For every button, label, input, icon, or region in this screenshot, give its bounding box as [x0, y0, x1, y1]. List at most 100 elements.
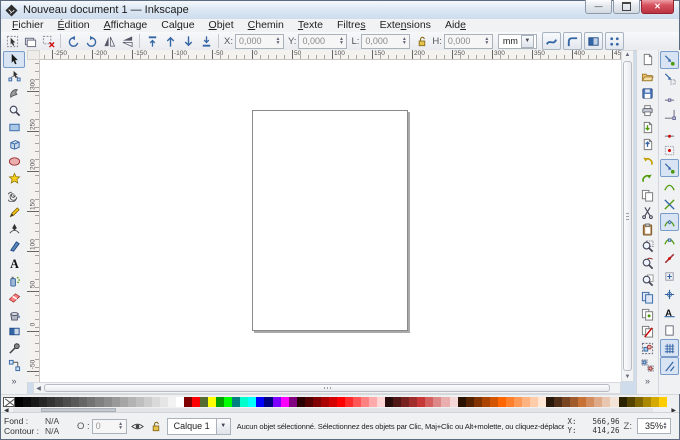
color-swatch[interactable]: [369, 397, 377, 407]
color-swatch[interactable]: [514, 397, 522, 407]
open-button[interactable]: [638, 68, 657, 85]
color-swatch[interactable]: [498, 397, 506, 407]
color-swatch[interactable]: [184, 397, 192, 407]
layer-dropdown-icon[interactable]: ▼: [217, 418, 231, 435]
snap-object-centers-toggle[interactable]: [660, 267, 679, 285]
raise-to-top-button[interactable]: [143, 33, 161, 49]
tool-node-editor[interactable]: [3, 68, 25, 85]
affect-gradients-toggle[interactable]: [584, 32, 603, 50]
raise-button[interactable]: [161, 33, 179, 49]
paste-button[interactable]: [638, 221, 657, 238]
color-swatch[interactable]: [474, 397, 482, 407]
rotate-cw-button[interactable]: [82, 33, 100, 49]
color-swatch[interactable]: [377, 397, 385, 407]
title-bar[interactable]: Nouveau document 1 — Inkscape: [1, 1, 679, 20]
vertical-scrollbar-thumb[interactable]: [623, 61, 632, 371]
color-swatch[interactable]: [112, 397, 120, 407]
clone-button[interactable]: [638, 306, 657, 323]
color-swatch[interactable]: [136, 397, 144, 407]
color-swatch[interactable]: [55, 397, 63, 407]
color-swatch[interactable]: [643, 397, 651, 407]
color-swatch[interactable]: [441, 397, 449, 407]
color-swatch[interactable]: [337, 397, 345, 407]
canvas[interactable]: [40, 60, 621, 382]
color-swatch[interactable]: [321, 397, 329, 407]
color-swatch[interactable]: [345, 397, 353, 407]
scroll-left-icon[interactable]: ◀: [34, 385, 43, 392]
color-swatch[interactable]: [602, 397, 610, 407]
menu-fichier[interactable]: Fichier: [5, 19, 51, 32]
zoom-page-button[interactable]: [638, 272, 657, 289]
tool-pencil[interactable]: [3, 204, 25, 221]
color-swatch[interactable]: [466, 397, 474, 407]
affect-patterns-toggle[interactable]: [605, 32, 624, 50]
layer-visibility-toggle[interactable]: [131, 419, 145, 433]
affect-stroke-toggle[interactable]: [542, 32, 561, 50]
snap-line-midpoints-toggle[interactable]: [660, 249, 679, 267]
import-button[interactable]: [638, 119, 657, 136]
y-spinner[interactable]: ▲▼: [337, 35, 345, 48]
layer-selector[interactable]: Calque 1 ▼: [167, 419, 231, 434]
select-all-in-all-layers-button[interactable]: [21, 33, 39, 49]
tool-ellipse[interactable]: [3, 153, 25, 170]
menu-filtres[interactable]: Filtres: [330, 19, 373, 32]
opacity-spinner[interactable]: ▲▼: [117, 420, 125, 433]
horizontal-ruler[interactable]: -250-200-150-100-50050100150200250300350…: [40, 50, 621, 60]
snap-bbox-edge-midpoints-toggle[interactable]: [660, 123, 679, 141]
menu-texte[interactable]: Texte: [291, 19, 330, 32]
color-swatch[interactable]: [192, 397, 200, 407]
color-swatch[interactable]: [305, 397, 313, 407]
tool-paint-bucket[interactable]: [3, 306, 25, 323]
copy-button[interactable]: [638, 187, 657, 204]
color-swatch[interactable]: [522, 397, 530, 407]
tool-eraser[interactable]: [3, 289, 25, 306]
color-swatch[interactable]: [152, 397, 160, 407]
color-swatch[interactable]: [353, 397, 361, 407]
tool-gradient[interactable]: [3, 323, 25, 340]
color-swatch[interactable]: [232, 397, 240, 407]
menu-calque[interactable]: Calque: [154, 19, 201, 32]
flip-horizontal-button[interactable]: [100, 33, 118, 49]
snap-smooth-nodes-toggle[interactable]: [660, 231, 679, 249]
vertical-scrollbar[interactable]: ▲ ▼: [621, 50, 634, 382]
zoom-spinner[interactable]: ▲▼: [661, 419, 669, 433]
rotate-ccw-button[interactable]: [64, 33, 82, 49]
color-swatch[interactable]: [538, 397, 546, 407]
snap-nodes-toggle[interactable]: [660, 159, 679, 177]
tool-bezier-pen[interactable]: [3, 221, 25, 238]
color-swatch[interactable]: [433, 397, 441, 407]
color-swatch[interactable]: [39, 397, 47, 407]
tool-tweak[interactable]: [3, 85, 25, 102]
tool-selector[interactable]: [3, 51, 25, 68]
color-swatch[interactable]: [393, 397, 401, 407]
unit-selector[interactable]: mm▼: [498, 34, 537, 49]
tool-spray[interactable]: [3, 272, 25, 289]
snap-path-intersections-toggle[interactable]: [660, 195, 679, 213]
scroll-down-icon[interactable]: ▼: [622, 374, 633, 380]
minimize-button[interactable]: —: [585, 0, 612, 14]
color-swatch[interactable]: [47, 397, 55, 407]
w-input[interactable]: 0,000▲▼: [361, 34, 410, 49]
color-swatch[interactable]: [490, 397, 498, 407]
color-swatch[interactable]: [273, 397, 281, 407]
color-swatch[interactable]: [104, 397, 112, 407]
zoom-input[interactable]: 35% ▲▼: [637, 418, 671, 434]
unlink-clone-button[interactable]: [638, 323, 657, 340]
color-swatch[interactable]: [546, 397, 554, 407]
color-swatch[interactable]: [31, 397, 39, 407]
color-swatch[interactable]: [458, 397, 466, 407]
color-swatch[interactable]: [289, 397, 297, 407]
print-button[interactable]: [638, 102, 657, 119]
color-swatch[interactable]: [385, 397, 393, 407]
x-spinner[interactable]: ▲▼: [274, 35, 282, 48]
menu-edition[interactable]: Édition: [51, 19, 97, 32]
color-swatch[interactable]: [63, 397, 71, 407]
snap-rotation-centers-toggle[interactable]: [660, 285, 679, 303]
tool-rectangle[interactable]: [3, 119, 25, 136]
color-swatch[interactable]: [224, 397, 232, 407]
color-swatch[interactable]: [659, 397, 667, 407]
color-swatch[interactable]: [554, 397, 562, 407]
color-swatch[interactable]: [482, 397, 490, 407]
color-swatch[interactable]: [627, 397, 635, 407]
color-swatch[interactable]: [297, 397, 305, 407]
